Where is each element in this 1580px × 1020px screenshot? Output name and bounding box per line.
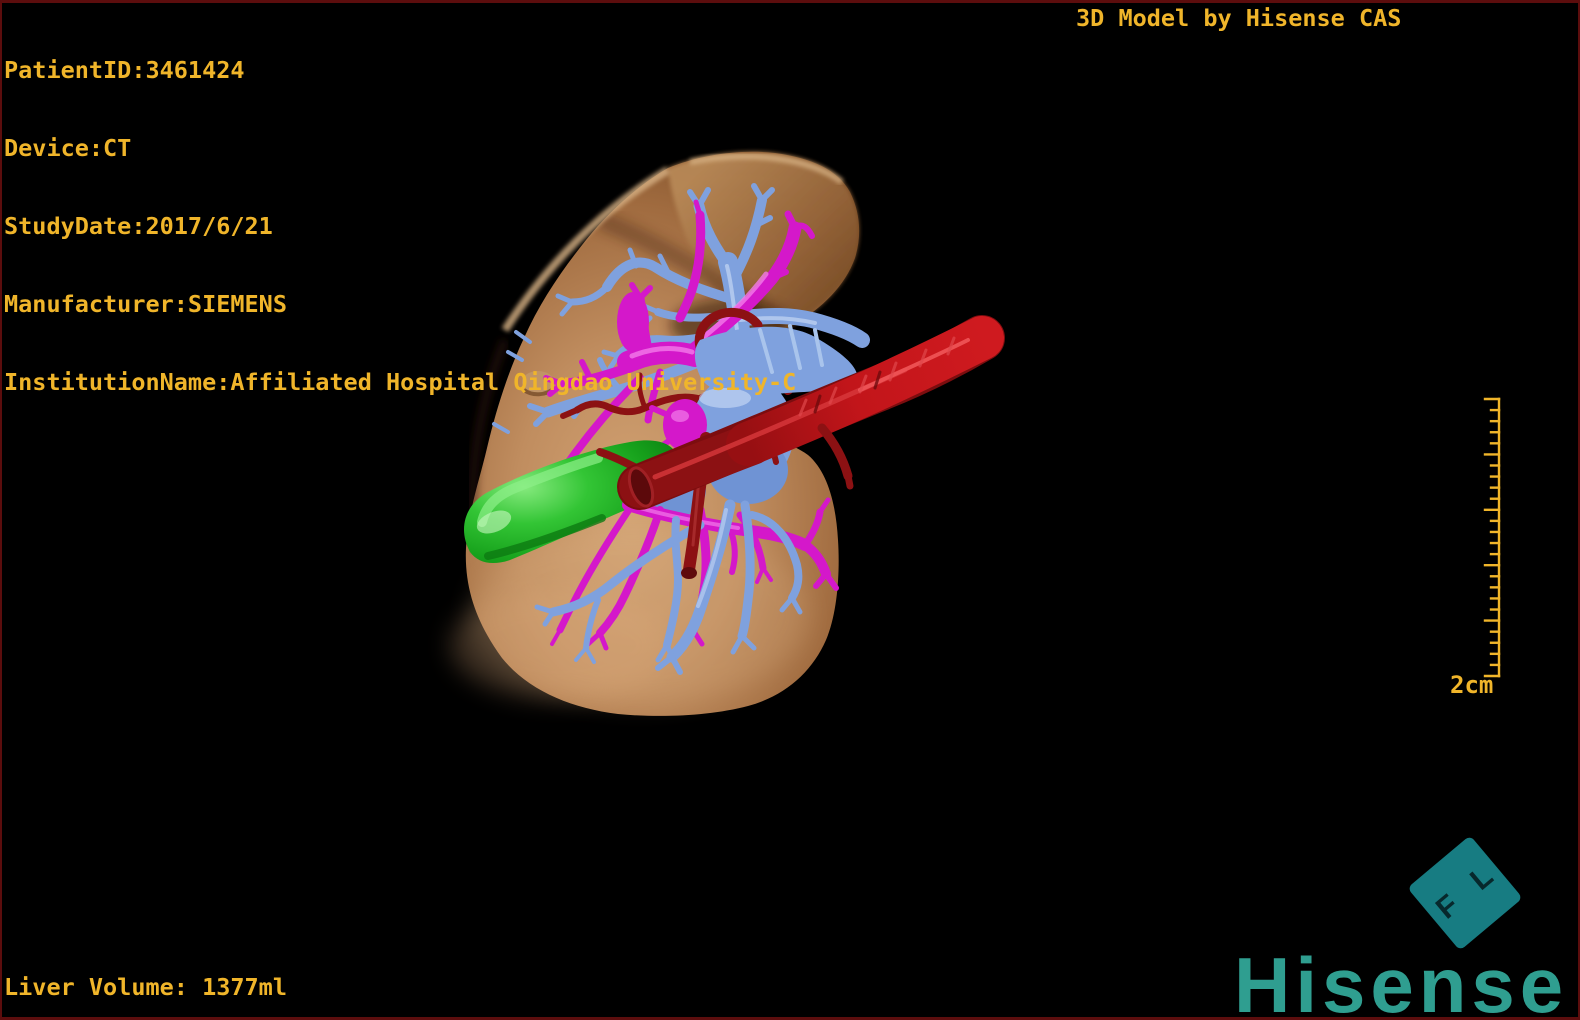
cas-3d-view-window: { "patient_info": { "lines": [ "PatientI…	[0, 0, 1580, 1020]
patient-info-line: StudyDate:2017/6/21	[4, 212, 273, 240]
patient-info-line: PatientID:3461424	[4, 56, 245, 84]
patient-info-overlay: PatientID:3461424 Device:CT StudyDate:20…	[4, 5, 796, 421]
patient-info-line: Manufacturer:SIEMENS	[4, 290, 287, 318]
liver-volume-readout: Liver Volume: 1377ml	[4, 973, 287, 1001]
watermark-title: 3D Model by Hisense CAS	[1076, 4, 1402, 32]
ruler-ticks	[1483, 397, 1501, 678]
hisense-logo: Hisense	[1234, 941, 1569, 1020]
patient-info-line: InstitutionName:Affiliated Hospital Qing…	[4, 368, 797, 396]
scale-ruler	[1483, 397, 1501, 678]
orientation-letters: F L	[1429, 853, 1507, 926]
scale-label: 2cm	[1450, 671, 1494, 699]
patient-info-line: Device:CT	[4, 134, 132, 162]
